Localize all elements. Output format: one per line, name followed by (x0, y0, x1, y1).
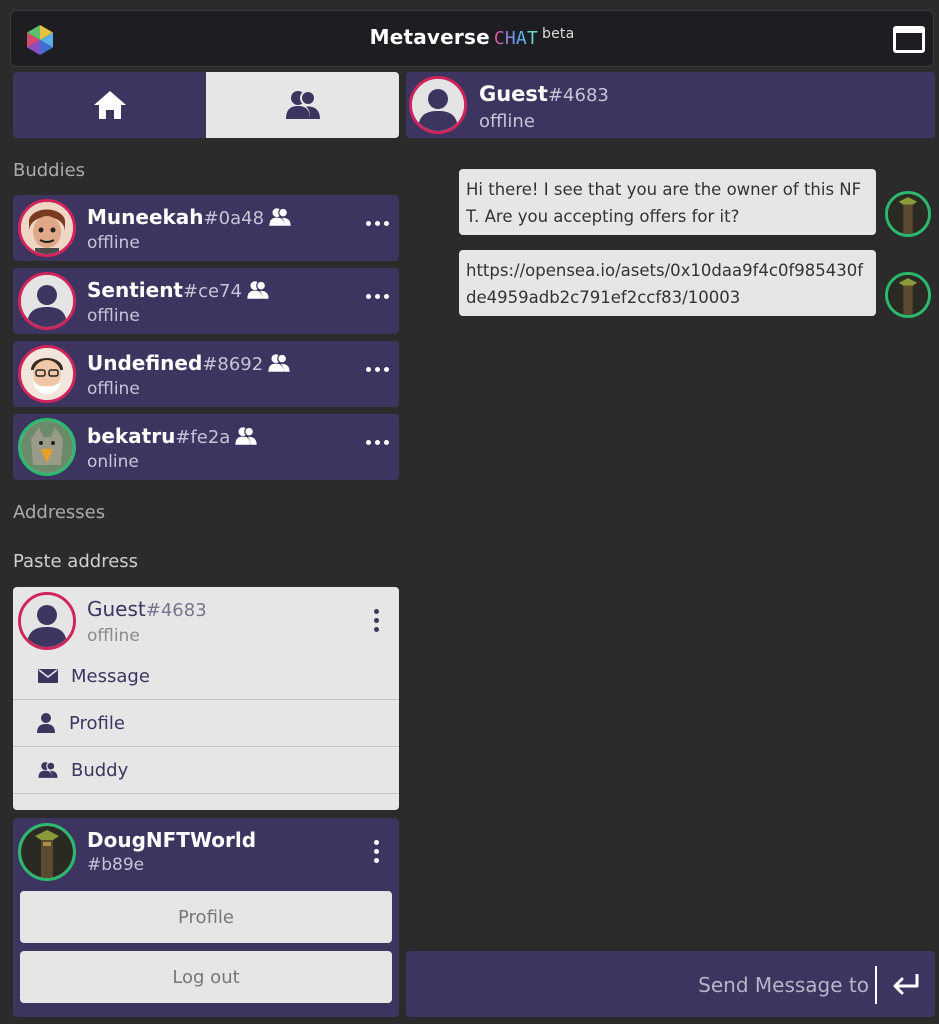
profile-action-label: Profile (69, 712, 125, 734)
buddy-name: Muneekah#0a48 (87, 205, 292, 229)
avatar (18, 272, 76, 330)
guest-status: offline (87, 626, 140, 646)
home-icon (93, 91, 126, 119)
buddy-action-label: Buddy (71, 759, 129, 781)
message-composer (406, 951, 935, 1017)
buddy-item[interactable]: bekatru#fe2a online (13, 414, 399, 480)
avatar (18, 592, 76, 650)
buddy-name: bekatru#fe2a (87, 424, 258, 448)
buddy-name: Sentient#ce74 (87, 278, 270, 302)
chat-contact-name: Guest#4683 (479, 82, 609, 106)
current-user-card: DougNFTWorld #b89e Profile Log out (13, 818, 399, 1017)
more-options-icon[interactable] (366, 440, 389, 445)
buddy-item[interactable]: Sentient#ce74 offline (13, 268, 399, 334)
person-icon (37, 713, 55, 733)
tab-home[interactable] (13, 72, 206, 138)
more-options-icon[interactable] (374, 840, 379, 863)
buddy-icon (268, 353, 290, 372)
tab-buddies[interactable] (206, 72, 399, 138)
message-action[interactable]: Message (13, 653, 399, 700)
profile-action[interactable]: Profile (13, 700, 399, 747)
guest-contact-card: Guest#4683 offline Message Profile Buddy (13, 587, 399, 810)
buddy-status: online (87, 452, 139, 472)
avatar (18, 418, 76, 476)
buddy-status: offline (87, 379, 140, 399)
more-options-icon[interactable] (366, 367, 389, 372)
window-maximize-icon[interactable] (893, 26, 925, 53)
buddy-name: Undefined#8692 (87, 351, 291, 375)
buddy-action[interactable]: Buddy (13, 747, 399, 794)
profile-button[interactable]: Profile (20, 891, 392, 943)
buddy-status: offline (87, 306, 140, 326)
current-user-name: DougNFTWorld (87, 828, 257, 852)
app-title-chat: CHAT (493, 28, 539, 49)
guest-name: Guest#4683 (87, 597, 207, 621)
buddies-section-label: Buddies (13, 160, 86, 181)
chat-header: Guest#4683 offline (406, 72, 935, 138)
message-action-label: Message (71, 665, 150, 687)
app-title: Metaverse CHAT beta (11, 25, 933, 49)
avatar (409, 76, 467, 134)
nav-tabs (13, 72, 399, 138)
buddies-icon (38, 761, 58, 778)
more-options-icon[interactable] (366, 221, 389, 226)
avatar (18, 823, 76, 881)
message-bubble: Hi there! I see that you are the owner o… (459, 169, 876, 235)
avatar (18, 199, 76, 257)
buddy-icon (235, 426, 257, 445)
beta-badge: beta (542, 26, 575, 42)
buddies-icon (285, 90, 320, 119)
message-input[interactable] (416, 966, 877, 1004)
addresses-section-label: Addresses (13, 502, 106, 523)
avatar (885, 191, 931, 237)
buddy-icon (247, 280, 269, 299)
more-options-icon[interactable] (366, 294, 389, 299)
top-bar: Metaverse CHAT beta (10, 10, 934, 67)
avatar (885, 272, 931, 318)
more-options-icon[interactable] (374, 609, 379, 632)
current-user-tag: #b89e (87, 855, 145, 875)
buddy-status: offline (87, 233, 140, 253)
avatar (18, 345, 76, 403)
enter-return-icon[interactable] (891, 971, 921, 997)
logout-button[interactable]: Log out (20, 951, 392, 1003)
chat-contact-status: offline (479, 111, 535, 132)
paste-address-label[interactable]: Paste address (13, 551, 138, 572)
buddy-item[interactable]: Undefined#8692 offline (13, 341, 399, 407)
buddy-icon (269, 207, 291, 226)
message-bubble[interactable]: https://opensea.io/asets/0x10daa9f4c0f98… (459, 250, 876, 316)
app-title-main: Metaverse (369, 25, 490, 49)
buddy-item[interactable]: Muneekah#0a48 offline (13, 195, 399, 261)
envelope-icon (38, 669, 58, 683)
